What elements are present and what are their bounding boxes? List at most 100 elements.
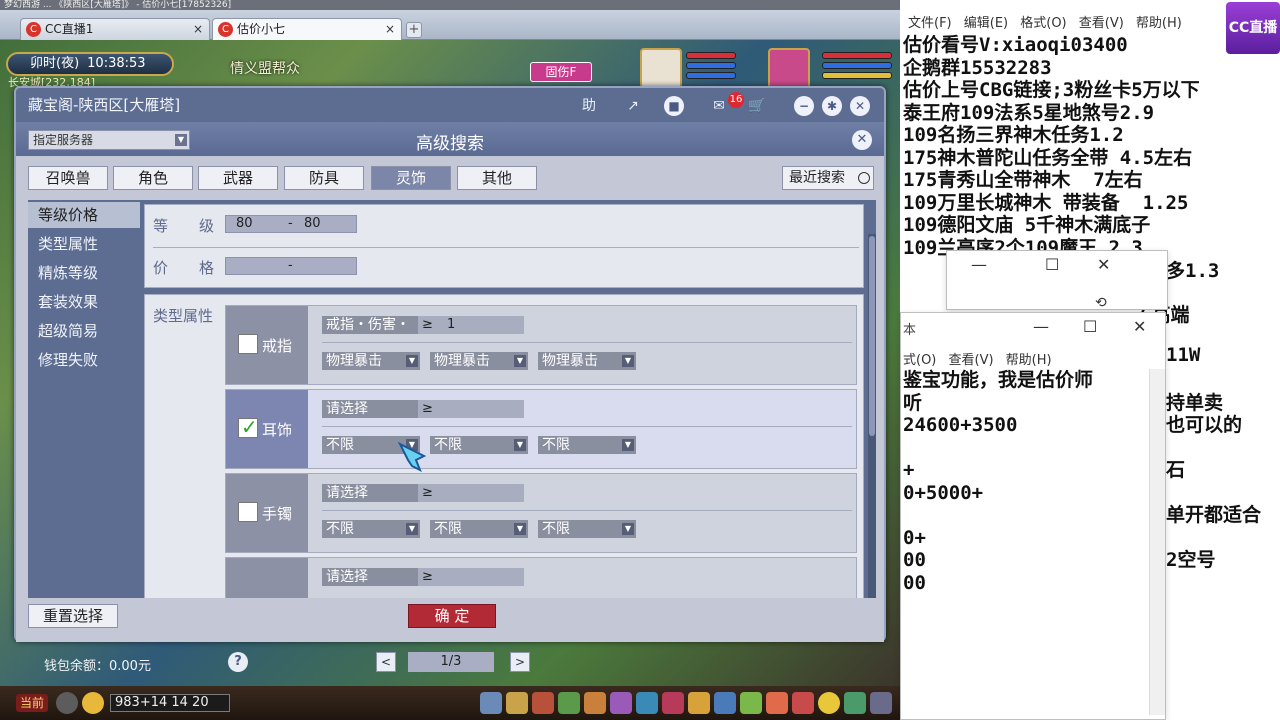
sidebar-item-refine[interactable]: 精炼等级 <box>28 260 140 286</box>
option-select[interactable]: 不限 ▼ <box>538 436 636 454</box>
close-icon[interactable]: ✕ <box>1097 255 1110 274</box>
tab-pet[interactable]: 召唤兽 <box>28 166 108 190</box>
recent-search-button[interactable]: 最近搜索 <box>782 166 874 190</box>
microphone-icon[interactable] <box>56 692 78 714</box>
tab-weapon[interactable]: 武器 <box>198 166 278 190</box>
option-select[interactable]: 不限 ▼ <box>430 520 528 538</box>
attr-value-input[interactable]: ≥ <box>418 568 524 586</box>
clock-time: 10:38:53 <box>87 56 146 71</box>
item-icon[interactable] <box>506 692 528 714</box>
task-icon[interactable] <box>636 692 658 714</box>
player-portrait[interactable] <box>768 48 810 90</box>
attr-value-input[interactable]: ≥ 1 <box>418 316 524 334</box>
cart-icon[interactable]: 🛒 <box>744 96 770 116</box>
price-range-input[interactable]: - <box>225 257 357 275</box>
tab-cc-live[interactable]: C CC直播1 × <box>20 18 210 40</box>
channel-current-button[interactable]: 当前 <box>16 694 48 712</box>
earring-checkbox[interactable]: ✓ <box>238 415 258 439</box>
attr-select[interactable]: 戒指・伤害・ <box>322 316 418 334</box>
attr-select[interactable]: 请选择 <box>322 568 418 586</box>
settings-icon[interactable] <box>870 692 892 714</box>
guild-icon[interactable] <box>662 692 684 714</box>
notepad-menu[interactable]: 式(O) 查看(V) 帮助(H) <box>903 349 1052 368</box>
maximize-icon[interactable]: ☐ <box>1045 255 1059 274</box>
close-tab-icon[interactable]: × <box>193 19 203 39</box>
pet-icon[interactable] <box>610 692 632 714</box>
level-range-input[interactable]: 80 - 80 <box>225 215 357 233</box>
close-tab-icon[interactable]: × <box>385 19 395 39</box>
attr-value-input[interactable]: ≥ <box>418 484 524 502</box>
scrollbar-thumb[interactable] <box>869 236 875 436</box>
option-select[interactable]: 物理暴击 ▼ <box>322 352 420 370</box>
prev-page-button[interactable]: < <box>376 652 396 672</box>
option-select[interactable]: 不限 ▼ <box>538 520 636 538</box>
close-icon[interactable]: ✕ <box>1133 317 1146 336</box>
smile-icon[interactable] <box>818 692 840 714</box>
scrollbar[interactable] <box>1149 369 1165 715</box>
server-select[interactable]: 指定服务器 ▼ <box>28 130 190 150</box>
slot-ring: 戒指 戒指・伤害・ ≥ 1 物理暴击 ▼ 物理暴击 ▼ 物理暴击 ▼ <box>225 305 857 385</box>
system-icon[interactable] <box>844 692 866 714</box>
tab-character[interactable]: 角色 <box>113 166 193 190</box>
minimize-icon[interactable]: — <box>1033 317 1049 336</box>
give-icon[interactable] <box>532 692 554 714</box>
emoji-icon[interactable] <box>82 692 104 714</box>
close-icon[interactable]: ✕ <box>850 96 870 116</box>
help-button[interactable]: 助 <box>576 96 602 116</box>
tab-accessory[interactable]: 灵饰 <box>371 166 451 190</box>
friends-icon[interactable] <box>714 692 736 714</box>
slot-header[interactable]: 手镯 <box>226 474 308 552</box>
scrollbar[interactable] <box>868 234 876 598</box>
skills-icon[interactable] <box>740 692 762 714</box>
sidebar-item-set[interactable]: 套装效果 <box>28 289 140 315</box>
notepad-text[interactable]: 估价看号V:xiaoqi03400 企鹅群15532283 估价上号CBG链接;… <box>903 34 1280 259</box>
sidebar-item-level-price[interactable]: 等级价格 <box>28 202 140 228</box>
reset-button[interactable]: 重置选择 <box>28 604 118 628</box>
price-sep: - <box>288 258 293 273</box>
maximize-icon[interactable]: ☐ <box>1083 317 1097 336</box>
tab-armor[interactable]: 防具 <box>284 166 364 190</box>
quick-icon[interactable] <box>688 692 710 714</box>
trade-icon[interactable] <box>558 692 580 714</box>
chat-input[interactable]: 983+14 14 20 <box>110 694 230 712</box>
gift-icon[interactable] <box>766 692 788 714</box>
new-tab-button[interactable]: + <box>406 22 422 38</box>
gear-icon[interactable]: ✱ <box>822 96 842 116</box>
team-icon[interactable] <box>584 692 606 714</box>
bracelet-checkbox[interactable] <box>238 502 258 522</box>
slot-header[interactable]: ✓ 耳饰 <box>226 390 308 468</box>
activity-icon[interactable] <box>792 692 814 714</box>
sidebar-item-super-simple[interactable]: 超级简易 <box>28 318 140 344</box>
slot-header[interactable]: 戒指 <box>226 306 308 384</box>
attr-select[interactable]: 请选择 <box>322 484 418 502</box>
option-select[interactable]: 不限 ▼ <box>322 520 420 538</box>
close-search-icon[interactable]: ✕ <box>852 130 872 150</box>
option-select[interactable]: 不限 ▼ <box>430 436 528 454</box>
notepad-text[interactable]: 鉴宝功能，我是估价师 听 24600+3500 + 0+5000+ 0+ 00 … <box>903 369 1093 594</box>
minimize-icon[interactable]: — <box>971 255 987 274</box>
rotate-icon[interactable]: ⟲ <box>1095 295 1107 311</box>
attr-value-input[interactable]: ≥ <box>418 400 524 418</box>
wallet-balance: 钱包余额：0.00元 <box>44 659 151 674</box>
attack-icon[interactable] <box>480 692 502 714</box>
attr-select[interactable]: 请选择 <box>322 400 418 418</box>
sidebar-item-repair-fail[interactable]: 修理失败 <box>28 347 140 373</box>
option-select[interactable]: 物理暴击 ▼ <box>430 352 528 370</box>
confirm-button[interactable]: 确 定 <box>408 604 496 628</box>
next-page-button[interactable]: > <box>510 652 530 672</box>
tab-appraiser[interactable]: C 估价小七 × <box>212 18 402 40</box>
tab-other[interactable]: 其他 <box>457 166 537 190</box>
stop-icon[interactable]: ■ <box>664 96 684 116</box>
pet-portrait[interactable] <box>640 48 682 90</box>
ring-checkbox[interactable] <box>238 334 258 354</box>
slot-header[interactable] <box>226 558 308 598</box>
minimize-icon[interactable]: − <box>794 96 814 116</box>
sidebar-item-type-attr[interactable]: 类型属性 <box>28 231 140 257</box>
advanced-search-panel: 高级搜索 指定服务器 ▼ ✕ 召唤兽 角色 武器 防具 灵饰 其他 最近搜索 等… <box>16 122 884 642</box>
window-title: 本 <box>903 323 917 338</box>
help-icon[interactable]: ? <box>228 652 248 672</box>
exp-bar <box>686 72 736 79</box>
notepad-menu[interactable]: 文件(F) 编辑(E) 格式(O) 查看(V) 帮助(H) <box>908 12 1182 31</box>
share-icon[interactable]: ↗ <box>620 96 646 116</box>
option-select[interactable]: 物理暴击 ▼ <box>538 352 636 370</box>
